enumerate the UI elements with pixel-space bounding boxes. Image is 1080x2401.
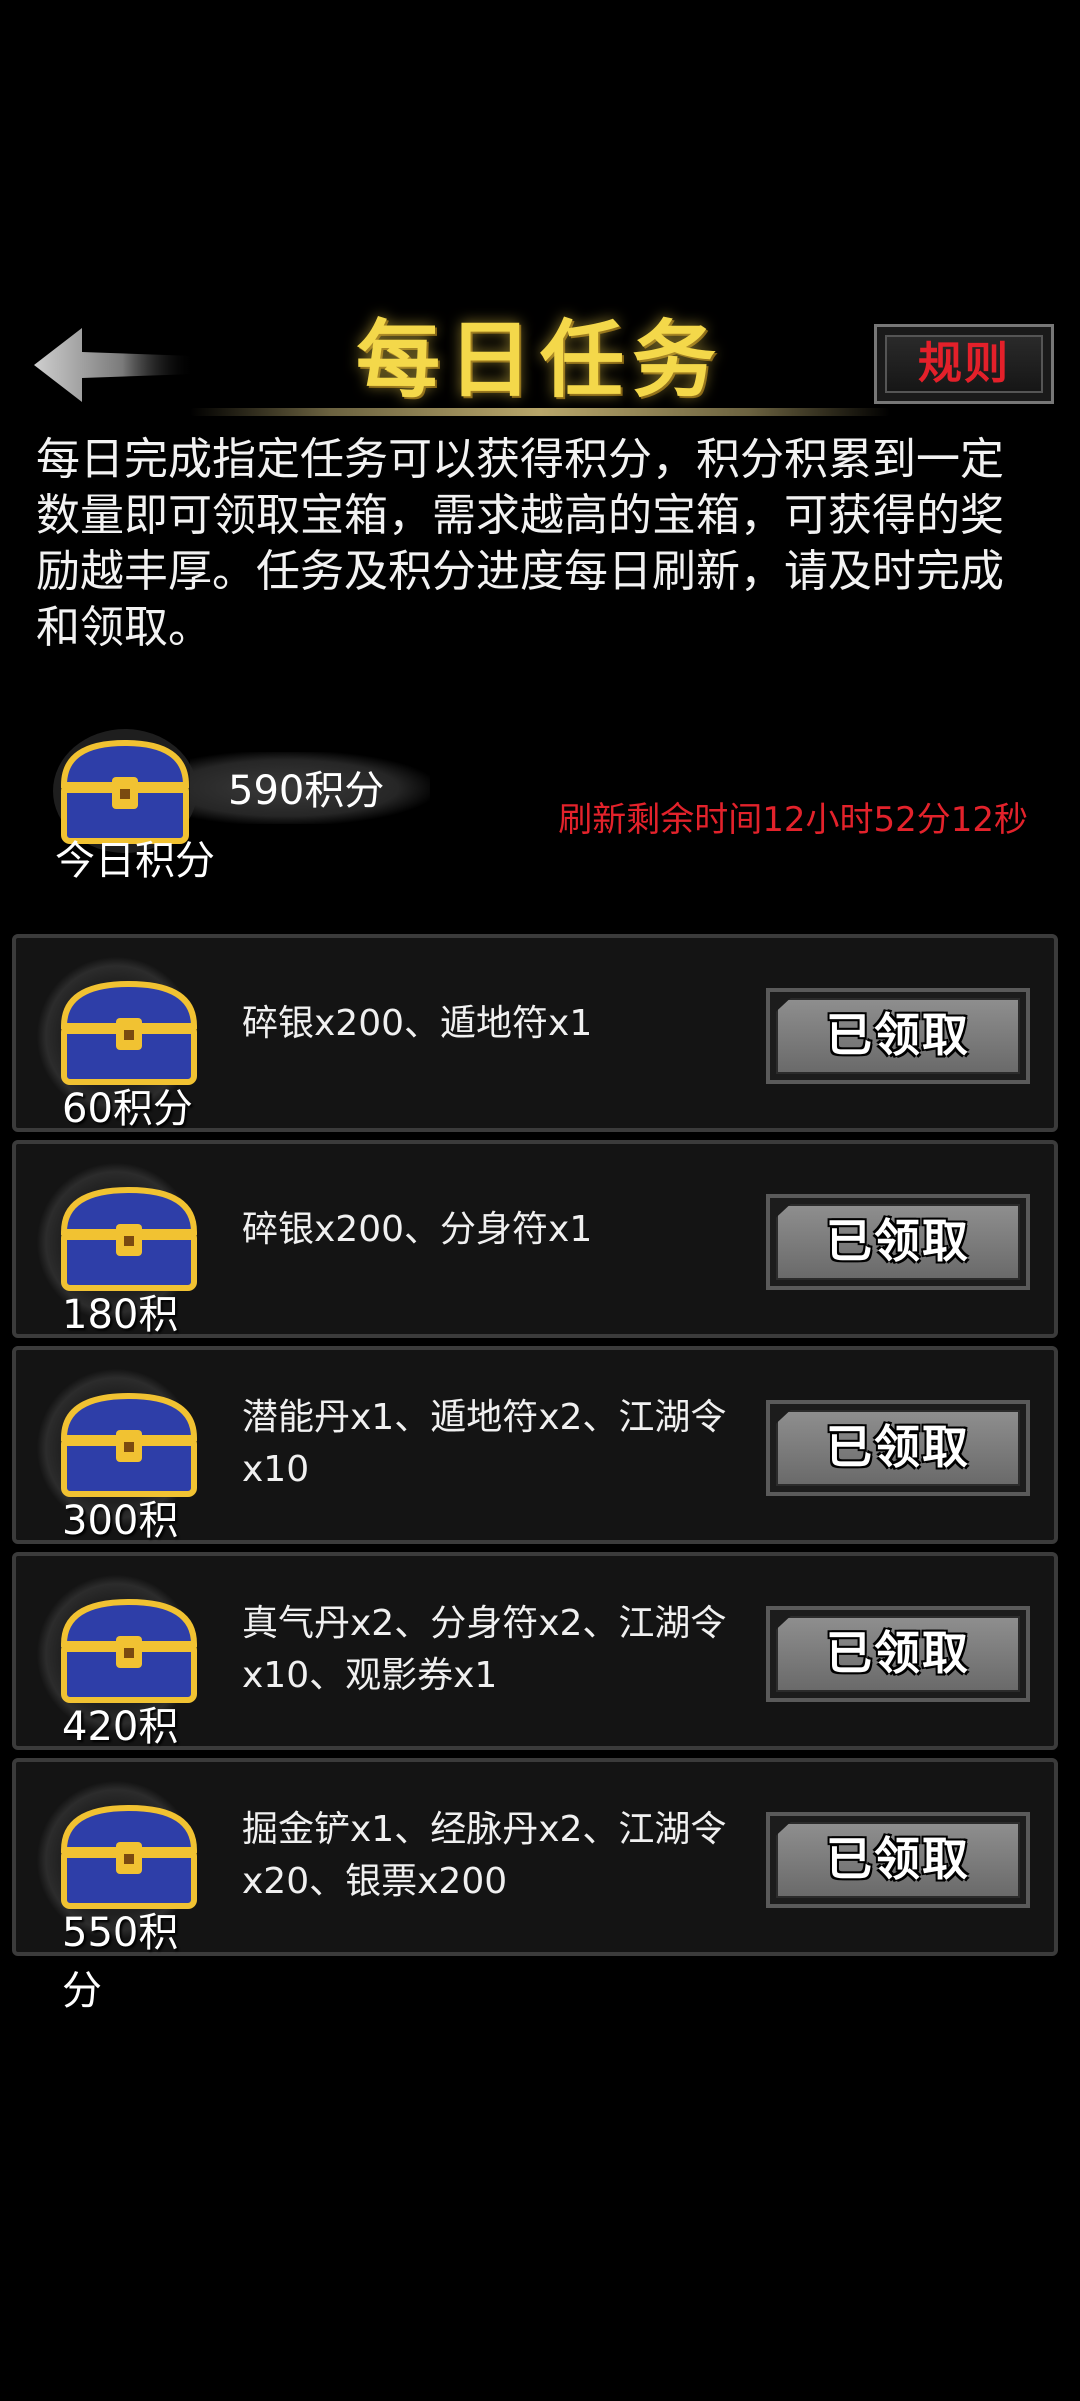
treasure-chest-icon bbox=[60, 1598, 198, 1703]
claim-button[interactable]: 已领取 bbox=[766, 1812, 1030, 1908]
today-points-value: 590积分 bbox=[228, 768, 385, 814]
reward-chest: 550积分 bbox=[36, 1780, 198, 2014]
reward-row: 60积分 碎银x200、遁地符x1 已领取 bbox=[12, 934, 1058, 1132]
claim-button[interactable]: 已领取 bbox=[766, 988, 1030, 1084]
reward-chest: 60积分 bbox=[36, 956, 198, 1132]
treasure-chest-icon bbox=[60, 980, 198, 1085]
reward-items: 潜能丹x1、遁地符x2、江湖令x10 bbox=[242, 1397, 727, 1490]
reward-chest: 300积分 bbox=[36, 1368, 198, 1602]
task-description: 每日完成指定任务可以获得积分，积分积累到一定数量即可领取宝箱，需求越高的宝箱，可… bbox=[36, 434, 1004, 653]
back-arrow-icon bbox=[34, 328, 195, 402]
treasure-chest-icon bbox=[60, 1804, 198, 1909]
reward-points: 60积分 bbox=[62, 1086, 193, 1132]
today-points-label: 今日积分 bbox=[55, 838, 215, 884]
reward-row: 550积分 掘金铲x1、经脉丹x2、江湖令x20、银票x200 已领取 bbox=[12, 1758, 1058, 2014]
reward-points: 550积分 bbox=[62, 1910, 179, 2014]
rules-button[interactable]: 规则 bbox=[874, 324, 1054, 404]
claim-button[interactable]: 已领取 bbox=[766, 1194, 1030, 1290]
reward-items: 掘金铲x1、经脉丹x2、江湖令x20、银票x200 bbox=[242, 1809, 727, 1902]
reward-row: 300积分 潜能丹x1、遁地符x2、江湖令x10 已领取 bbox=[12, 1346, 1058, 1602]
claim-button[interactable]: 已领取 bbox=[766, 1606, 1030, 1702]
claim-button-label: 已领取 bbox=[826, 1626, 970, 1680]
claim-button-label: 已领取 bbox=[826, 1214, 970, 1268]
reward-chest: 180积分 bbox=[36, 1162, 198, 1396]
reward-items: 碎银x200、分身符x1 bbox=[242, 1209, 593, 1250]
refresh-countdown: 刷新剩余时间12小时52分12秒 bbox=[558, 800, 1028, 840]
treasure-chest-icon bbox=[60, 1186, 198, 1291]
title-underline bbox=[190, 408, 890, 416]
reward-row: 180积分 碎银x200、分身符x1 已领取 bbox=[12, 1140, 1058, 1396]
claim-button-label: 已领取 bbox=[826, 1420, 970, 1474]
claim-button-label: 已领取 bbox=[826, 1008, 970, 1062]
reward-chest: 420积分 bbox=[36, 1574, 198, 1808]
claim-button-label: 已领取 bbox=[826, 1832, 970, 1886]
claim-button[interactable]: 已领取 bbox=[766, 1400, 1030, 1496]
reward-items: 真气丹x2、分身符x2、江湖令x10、观影券x1 bbox=[242, 1603, 727, 1696]
page-title: 每日任务 bbox=[355, 310, 724, 409]
back-button[interactable] bbox=[30, 320, 200, 410]
reward-items: 碎银x200、遁地符x1 bbox=[242, 1003, 593, 1044]
reward-row: 420积分 真气丹x2、分身符x2、江湖令x10、观影券x1 已领取 bbox=[12, 1552, 1058, 1808]
rules-button-label: 规则 bbox=[918, 338, 1010, 389]
treasure-chest-icon bbox=[60, 1392, 198, 1497]
